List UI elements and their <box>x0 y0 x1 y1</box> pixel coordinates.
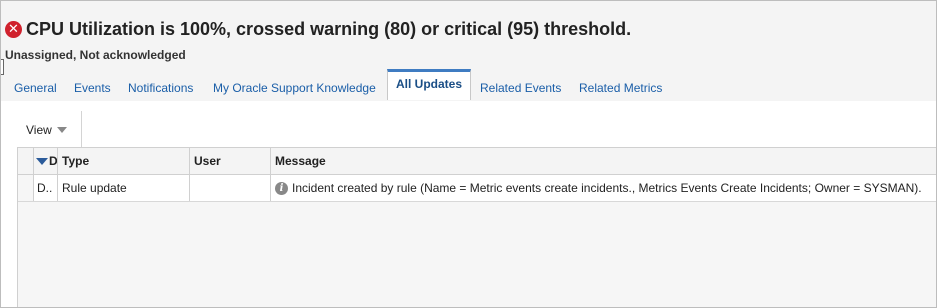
updates-table: D Type User Message D.. Rule update i Inc… <box>17 147 936 307</box>
cell-date: D.. <box>34 175 58 201</box>
incident-status: Unassigned, Not acknowledged <box>5 48 186 62</box>
tab-all-updates[interactable]: All Updates <box>387 69 471 100</box>
tab-related-metrics[interactable]: Related Metrics <box>579 76 662 100</box>
tab-general[interactable]: General <box>14 76 57 100</box>
view-menu-button[interactable]: View <box>26 123 67 137</box>
cell-user <box>190 175 271 201</box>
column-header-user[interactable]: User <box>190 148 271 174</box>
incident-header: ✕ CPU Utilization is 100%, crossed warni… <box>5 19 631 40</box>
column-header-date-label: D <box>49 154 58 168</box>
table-row[interactable]: D.. Rule update i Incident created by rul… <box>18 175 936 202</box>
column-header-date[interactable]: D <box>34 148 58 174</box>
table-header: D Type User Message <box>18 148 936 175</box>
cell-message-text: Incident created by rule (Name = Metric … <box>292 181 922 195</box>
table-toolbar: View <box>17 111 82 147</box>
column-header-type[interactable]: Type <box>58 148 190 174</box>
cell-message: i Incident created by rule (Name = Metric… <box>271 175 937 201</box>
tab-events[interactable]: Events <box>74 76 111 100</box>
tab-related-events[interactable]: Related Events <box>480 76 561 100</box>
tab-my-oracle-support-knowledge[interactable]: My Oracle Support Knowledge <box>213 76 376 100</box>
view-label: View <box>26 123 52 137</box>
sort-descending-icon[interactable] <box>36 158 48 166</box>
chevron-down-icon <box>56 127 67 133</box>
column-header-message[interactable]: Message <box>271 148 937 174</box>
info-icon: i <box>275 182 288 196</box>
error-icon: ✕ <box>5 21 22 38</box>
all-updates-panel: View D Type User Message D.. Rule update… <box>1 101 936 307</box>
cell-type: Rule update <box>58 175 190 201</box>
row-selector[interactable] <box>18 175 34 201</box>
incident-title: CPU Utilization is 100%, crossed warning… <box>26 19 632 39</box>
row-selector-header <box>18 148 34 174</box>
tab-bar: General Events Notifications My Oracle S… <box>1 69 936 102</box>
tab-notifications[interactable]: Notifications <box>128 76 193 100</box>
